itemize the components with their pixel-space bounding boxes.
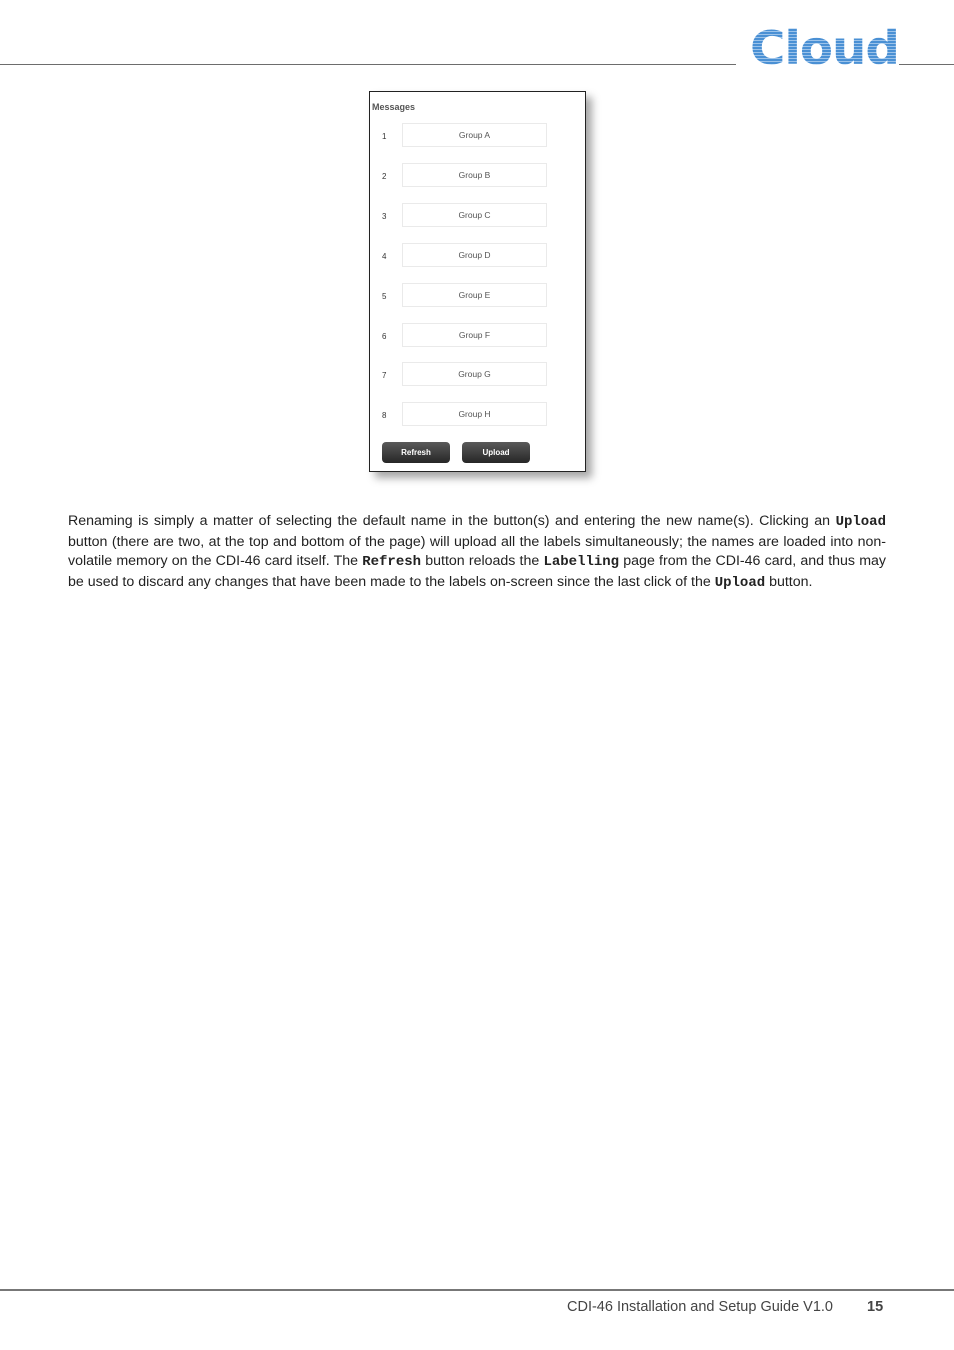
message-row: 4 Group D [370,243,585,267]
message-row: 3 Group C [370,203,585,227]
refresh-button[interactable]: Refresh [382,442,450,463]
label-input[interactable]: Group E [402,283,547,307]
code-labelling: Labelling [543,554,620,570]
upload-button[interactable]: Upload [462,442,530,463]
label-input[interactable]: Group C [402,203,547,227]
row-number: 1 [382,132,387,141]
label-input[interactable]: Group H [402,402,547,426]
message-row: 1 Group A [370,123,585,147]
message-row: 6 Group F [370,323,585,347]
row-number: 5 [382,292,387,301]
body-paragraph: Renaming is simply a matter of selecting… [68,512,886,593]
footer-rule [0,1289,954,1291]
row-number: 7 [382,371,387,380]
logo-text: Cloud [750,21,900,75]
label-input[interactable]: Group D [402,243,547,267]
messages-title: Messages [372,102,416,112]
text: button reloads the [421,553,544,569]
row-number: 6 [382,332,387,341]
row-number: 4 [382,252,387,261]
code-refresh: Refresh [362,554,422,570]
cloud-logo: Cloud [750,25,900,71]
text: Renaming is simply a matter of selecting… [68,513,836,529]
row-number: 2 [382,172,387,181]
text: button. [765,573,813,590]
label-input[interactable]: Group B [402,163,547,187]
message-row: 5 Group E [370,283,585,307]
row-number: 3 [382,212,387,221]
code-upload: Upload [835,514,886,530]
message-row: 2 Group B [370,163,585,187]
row-number: 8 [382,411,387,420]
labelling-screenshot: Messages 1 Group A 2 Group B 3 Group C 4… [369,91,586,472]
label-input[interactable]: Group A [402,123,547,147]
label-input[interactable]: Group G [402,362,547,386]
message-row: 7 Group G [370,362,585,386]
page-number: 15 [867,1299,884,1315]
header-rule-left [0,64,736,65]
message-row: 8 Group H [370,402,585,426]
header-rule-right [899,64,954,65]
label-input[interactable]: Group F [402,323,547,347]
code-upload: Upload [714,574,766,591]
footer-title: CDI-46 Installation and Setup Guide V1.0 [567,1299,833,1315]
